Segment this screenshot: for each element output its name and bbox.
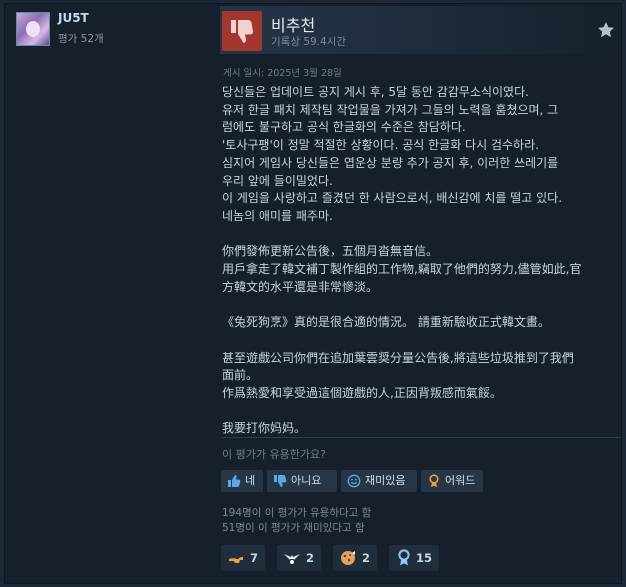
review-line: 作爲熱愛和享受過這個遊戲的人,正因背叛感而氣餒。 — [222, 385, 502, 400]
award-count: 2 — [361, 551, 370, 565]
review-line: 方韓文的水平還是非常慘淡。 — [222, 279, 379, 294]
vote-no-button[interactable]: 아니요 — [267, 470, 337, 492]
review-blank-line — [222, 296, 622, 314]
review-line: 面前。 — [222, 368, 259, 383]
smiley-icon — [347, 474, 361, 488]
award-item[interactable]: 2 — [333, 545, 377, 571]
thumbs-down-icon — [273, 474, 287, 488]
review-line: 유저 한글 패치 제작팀 작업물을 가져가 그들의 노력을 훔쳤으며, 그 — [222, 102, 559, 117]
star-icon[interactable] — [596, 20, 616, 40]
posted-date: 게시 일시: 2025년 3월 28일 — [223, 68, 342, 79]
medal-icon — [395, 549, 413, 567]
review-line: 我要打你妈妈。 — [222, 421, 307, 436]
playtime-hours: 기록상 59.4시간 — [271, 36, 347, 48]
vote-counts: 194명이 이 평가가 유용하다고 함 51명이 이 평가가 재미있다고 함 — [222, 506, 371, 536]
funny-count: 51명이 이 평가가 재미있다고 함 — [222, 522, 365, 534]
review-line: 네놈의 애미를 패주마. — [222, 208, 333, 223]
review-text: 당신들은 업데이트 공지 게시 후, 5달 동안 감감무소식이였다. 유저 한글 … — [222, 84, 622, 438]
gun-hand-icon — [227, 549, 245, 567]
award-item[interactable]: 2 — [277, 545, 321, 571]
award-item[interactable]: 15 — [389, 545, 439, 571]
helpful-question: 이 평가가 유용한가요? — [222, 448, 326, 461]
review-line: 이 게임을 사랑하고 즐겼던 한 사람으로서, 배신감에 치를 떨고 있다. — [222, 191, 563, 206]
review-blank-line — [222, 403, 622, 421]
vote-funny-button[interactable]: 재미있음 — [341, 470, 417, 492]
review-line: 《兔死狗烹》真的是很合適的情況。 請重新驗收正式韓文畫。 — [222, 315, 550, 330]
avatar[interactable] — [16, 12, 50, 46]
thumbs-up-icon — [227, 474, 241, 488]
review-line: 심지어 게임사 당신들은 엽운상 분량 추가 공지 후, 이러한 쓰레기를 — [222, 155, 559, 170]
vote-funny-label: 재미있음 — [365, 474, 406, 487]
award-item[interactable]: 7 — [221, 545, 265, 571]
review-line: 用戶拿走了韓文補丁製作組的工作物,竊取了他們的努力,儘管如此,官 — [222, 262, 582, 277]
cookie-award-icon — [339, 549, 357, 567]
username[interactable]: JU5T — [58, 11, 89, 25]
review-line: '토사구팽'이 정말 적절한 상황이다. 공식 한글화 다시 검수하라. — [222, 138, 539, 153]
review-line: 우리 앞에 들이밀었다. — [222, 173, 333, 188]
award-count: 2 — [305, 551, 314, 565]
vote-no-label: 아니요 — [291, 474, 322, 487]
review-line: 럼에도 불구하고 공식 한글화의 수준은 참담하다. — [222, 120, 466, 135]
vote-yes-button[interactable]: 네 — [221, 470, 263, 492]
review-blank-line — [222, 226, 622, 244]
award-count: 7 — [249, 551, 258, 565]
award-ribbon-icon — [427, 474, 441, 488]
vote-yes-label: 네 — [245, 474, 256, 487]
thumbs-down-icon — [222, 11, 262, 51]
award-count: 15 — [415, 551, 432, 565]
user-review-count[interactable]: 평가 52개 — [58, 31, 104, 46]
review-blank-line — [222, 332, 622, 350]
winged-award-icon — [283, 549, 301, 567]
award-label: 어워드 — [445, 474, 476, 487]
review-line: 你們發佈更新公告後，五個月沓無音信。 — [222, 244, 439, 259]
review-line: 당신들은 업데이트 공지 게시 후, 5달 동안 감감무소식이였다. — [222, 85, 529, 99]
helpful-count: 194명이 이 평가가 유용하다고 함 — [222, 507, 372, 519]
award-button[interactable]: 어워드 — [421, 470, 483, 492]
divider — [221, 437, 621, 438]
review-verdict[interactable]: 비추천 — [271, 12, 315, 36]
review-line: 甚至遊戲公司你們在追加葉雲奨分量公告後,將這些垃圾推到了我們 — [222, 350, 574, 365]
